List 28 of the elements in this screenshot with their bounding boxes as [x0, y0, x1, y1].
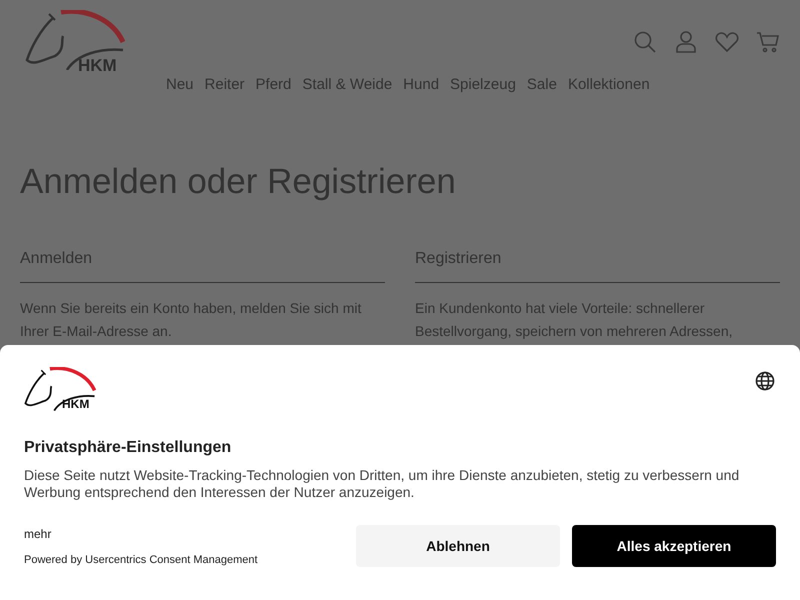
- logo-text: HKM: [78, 56, 117, 76]
- powered-by-text: Powered by Usercentrics Consent Management: [24, 554, 259, 566]
- more-link[interactable]: mehr: [24, 526, 52, 540]
- horse-logo-icon: [24, 367, 96, 411]
- accept-all-button[interactable]: Alles akzeptieren: [572, 525, 776, 567]
- nav-link[interactable]: Stall & Weide: [302, 76, 392, 93]
- heart-icon[interactable]: [715, 30, 739, 54]
- nav-link[interactable]: Sale: [526, 76, 557, 93]
- page-title: Anmelden oder Registrieren: [20, 161, 457, 203]
- search-icon[interactable]: [633, 30, 657, 54]
- nav-link[interactable]: Spielzeug: [450, 76, 516, 93]
- nav-link[interactable]: Kollektionen: [568, 76, 650, 93]
- user-icon[interactable]: [674, 30, 698, 54]
- globe-icon[interactable]: [755, 371, 775, 391]
- section-text: Wenn Sie bereits ein Konto haben, melden Sie sich mit Ihrer E-Mail-Adresse an.: [20, 299, 362, 341]
- horse-logo-icon: [25, 10, 125, 70]
- logo-text: HKM: [62, 397, 90, 411]
- section-text: Ein Kundenkonto hat viele Vorteile: schnellerer Bestellvorgang, speichern von mehreren Adressen,: [415, 299, 734, 341]
- nav-link[interactable]: Hund: [403, 76, 440, 93]
- cart-icon[interactable]: [756, 30, 780, 54]
- decline-button[interactable]: Ablehnen: [356, 525, 560, 567]
- section-heading: Anmelden: [20, 250, 385, 283]
- consent-title: Privatsphäre-Einstellungen: [24, 439, 232, 457]
- consent-text: Diese Seite nutzt Website-Tracking-Technologien von Dritten, um ihre Dienste anzubieten, stetig zu verbessern und Werbung entsprechend den Interessen der Nutzer anzuzeigen.: [24, 467, 740, 501]
- nav-link[interactable]: Pferd: [256, 76, 292, 93]
- nav-link[interactable]: Reiter: [204, 76, 245, 93]
- nav-link[interactable]: Neu: [166, 76, 194, 93]
- section-heading: Registrieren: [415, 250, 780, 283]
